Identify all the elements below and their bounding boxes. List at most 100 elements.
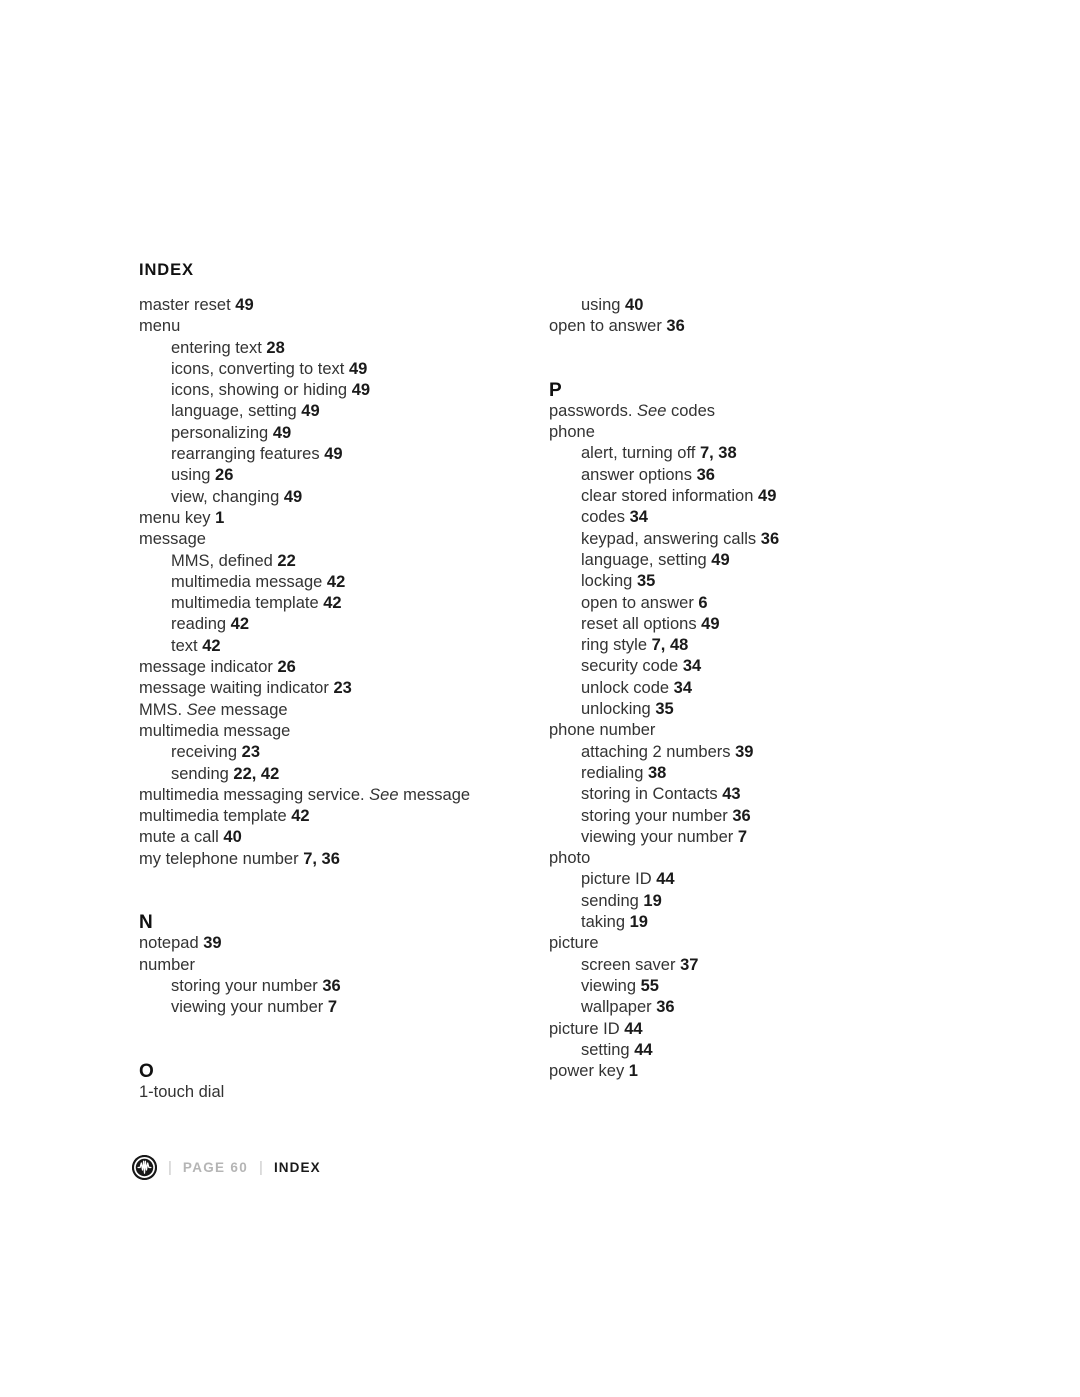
index-letter-heading: N — [139, 912, 153, 934]
index-entry-label: icons, showing or hiding — [171, 381, 348, 400]
index-entry-page-number: 42 — [323, 594, 342, 613]
index-entry-page-number: 49 — [283, 487, 303, 506]
index-entry-page-number: 19 — [643, 891, 662, 910]
xref-term: passwords. — [549, 401, 638, 420]
index-entry: multimedia message 42 — [139, 572, 569, 593]
index-entry-page-number: 23 — [333, 679, 352, 698]
index-entry-page-number: 34 — [682, 657, 702, 676]
index-cross-reference: passwords. See codes — [549, 401, 979, 422]
index-entry: entering text 28 — [139, 338, 569, 359]
index-entry-label: menu key — [139, 508, 211, 527]
index-entry: locking 35 — [549, 571, 979, 592]
motorola-batwing-icon — [132, 1154, 157, 1180]
index-entry-page-number: 7 — [737, 827, 748, 846]
index-entry-label: setting — [581, 1040, 630, 1059]
index-entry: icons, showing or hiding 49 — [139, 380, 569, 401]
footer-separator-left: | — [168, 1158, 172, 1176]
xref-term: multimedia messaging service. — [139, 785, 370, 804]
index-entry-label: wallpaper — [581, 998, 652, 1017]
index-column-left: master reset 49 menu entering text 28 icons… — [139, 295, 569, 1103]
index-entry-label: viewing your number — [581, 827, 734, 846]
index-entry-label: entering text — [171, 338, 262, 357]
index-page: INDEX master reset 49 menu entering text 2… — [0, 0, 1080, 1397]
index-entry: message indicator 26 — [139, 657, 569, 678]
index-entry: unlocking 35 — [549, 699, 979, 720]
index-entry: master reset 49 — [139, 295, 569, 316]
index-entry-page-number: 49 — [324, 445, 343, 464]
index-entry: redialing 38 — [549, 763, 979, 784]
xref-target: message — [398, 785, 471, 804]
index-entry: viewing your number 7 — [139, 997, 569, 1018]
index-entry: photo — [549, 848, 979, 869]
index-entry-label: alert, turning off — [581, 444, 696, 463]
index-entry-page-number: 7 — [327, 998, 338, 1017]
index-entry-page-number: 35 — [655, 700, 674, 719]
index-entry-label: number — [139, 955, 195, 974]
index-entry: reading 42 — [139, 614, 569, 635]
index-entry-label: picture ID — [581, 870, 652, 889]
index-entry-page-number: 35 — [636, 572, 656, 591]
index-entry-label: phone number — [549, 721, 656, 740]
index-entry-label: picture — [549, 934, 599, 953]
xref-see-label: See — [637, 401, 667, 420]
index-entry-label: reset all options — [581, 614, 697, 633]
index-cross-reference: MMS. See message — [139, 700, 569, 721]
index-entry-page-number: 34 — [629, 508, 648, 527]
index-entry-label: mute a call — [139, 828, 219, 847]
index-entry-label: clear stored information — [581, 487, 754, 506]
index-entry-label: using — [171, 466, 211, 485]
index-entry-page-number: 42 — [291, 807, 310, 826]
index-entry-page-number: 39 — [203, 934, 222, 953]
page-title: INDEX — [139, 261, 194, 279]
index-entry: using 26 — [139, 465, 569, 486]
index-entry-label: message — [139, 530, 206, 549]
index-entry: storing in Contacts 43 — [549, 784, 979, 805]
xref-see-label: See — [186, 700, 217, 719]
index-cross-reference: multimedia messaging service. See messag… — [139, 785, 569, 806]
index-entry: alert, turning off 7, 38 — [549, 443, 979, 464]
index-entry-page-number: 49 — [758, 487, 777, 506]
index-entry-page-number: 40 — [625, 296, 644, 314]
index-entry: view, changing 49 — [139, 487, 569, 508]
index-entry-label: rearranging features — [171, 445, 320, 464]
index-entry: setting 44 — [549, 1040, 979, 1061]
index-entry: sending 22, 42 — [139, 764, 569, 785]
index-entry-page-number: 44 — [634, 1040, 653, 1059]
index-entry: language, setting 49 — [549, 550, 979, 571]
footer-section-name: INDEX — [273, 1159, 321, 1175]
index-entry-label: redialing — [581, 763, 644, 782]
index-entry-page-number: 43 — [722, 785, 741, 804]
index-entry-label: MMS, defined — [171, 551, 273, 570]
page-footer: | PAGE 60 | INDEX — [132, 1150, 321, 1184]
index-entry-label: viewing — [581, 976, 637, 995]
index-entry-page-number: 42 — [230, 615, 249, 634]
index-entry: phone number — [549, 720, 979, 741]
index-entry-label: taking — [581, 913, 626, 932]
footer-page-number: PAGE 60 — [182, 1159, 249, 1175]
footer-separator-right: | — [259, 1158, 263, 1176]
index-entry-page-number: 49 — [701, 614, 720, 633]
index-entry-label: power key — [549, 1062, 625, 1081]
index-entry-page-number: 38 — [647, 763, 667, 782]
index-entry-page-number: 26 — [277, 658, 296, 677]
index-entry: my telephone number 7, 36 — [139, 849, 569, 870]
index-entry: message — [139, 529, 569, 550]
index-letter-heading: O — [139, 1060, 154, 1082]
index-entry: attaching 2 numbers 39 — [549, 742, 979, 763]
index-entry-page-number: 7, 48 — [651, 636, 689, 655]
xref-target: message — [216, 700, 288, 719]
index-entry: text 42 — [139, 636, 569, 657]
xref-term: MMS. — [139, 700, 187, 719]
index-entry-label: multimedia message — [171, 572, 323, 591]
index-entry-page-number: 37 — [680, 955, 699, 974]
index-entry: keypad, answering calls 36 — [549, 529, 979, 550]
index-entry-page-number: 49 — [348, 359, 368, 378]
index-entry: viewing your number 7 — [549, 827, 979, 848]
index-entry: message waiting indicator 23 — [139, 678, 569, 699]
index-entry-page-number: 49 — [301, 402, 320, 421]
index-entry: number — [139, 955, 569, 976]
index-entry: icons, converting to text 49 — [139, 359, 569, 380]
index-entry-page-number: 36 — [666, 317, 685, 336]
index-entry: picture — [549, 933, 979, 954]
xref-see-label: See — [369, 785, 399, 804]
